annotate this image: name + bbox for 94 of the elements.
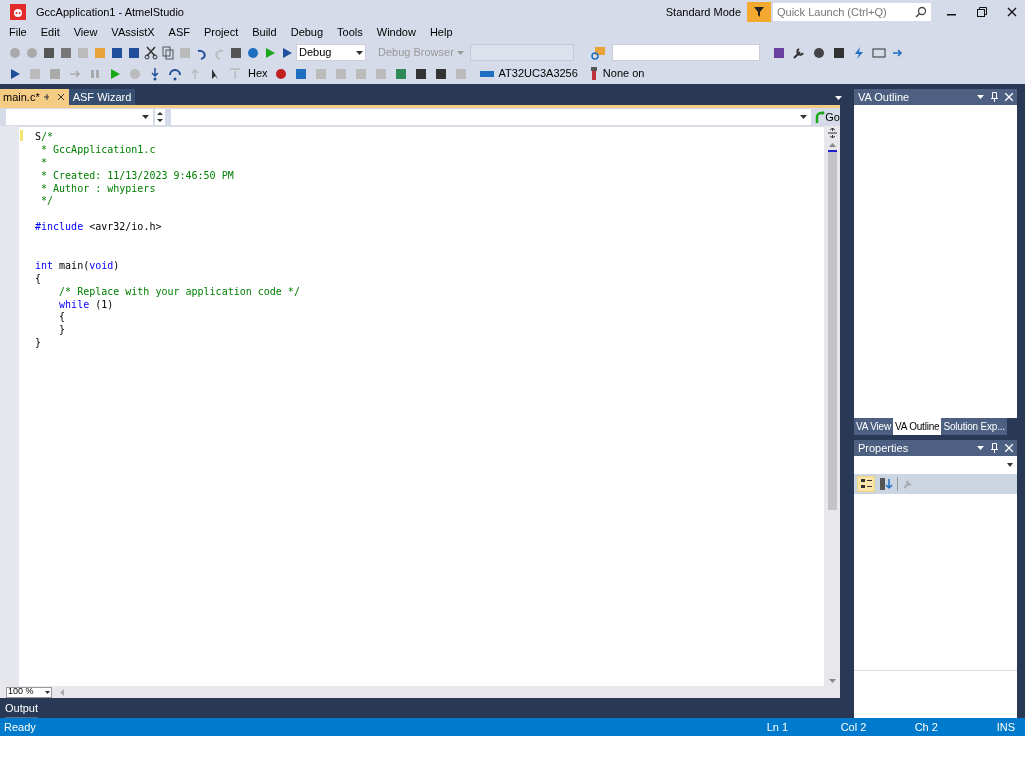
step-icon[interactable] xyxy=(280,45,294,60)
scroll-left-icon[interactable] xyxy=(60,688,64,696)
tool-label[interactable]: None on xyxy=(602,65,645,82)
code-line: while (1) xyxy=(58,298,114,312)
scroll-arrows-icon[interactable] xyxy=(154,109,165,125)
close-icon[interactable] xyxy=(1007,7,1017,17)
app-logo-icon xyxy=(10,4,26,20)
pin-icon[interactable] xyxy=(991,92,998,102)
search-icon xyxy=(915,6,927,18)
sort-icon[interactable] xyxy=(879,477,893,491)
status-text: Ready xyxy=(4,719,37,735)
scroll-up-icon[interactable] xyxy=(828,143,836,147)
scrollbar-thumb[interactable] xyxy=(827,150,837,510)
device-programming-icon[interactable] xyxy=(831,45,846,60)
menu-item[interactable]: Tools xyxy=(330,24,370,41)
mode-label: Standard Mode xyxy=(665,4,741,20)
window-icon[interactable] xyxy=(293,66,308,81)
line-indicator: Ln 1 xyxy=(766,719,790,735)
find-icon[interactable] xyxy=(589,44,606,61)
configuration-dropdown[interactable]: Debug xyxy=(296,44,366,61)
change-marker xyxy=(20,130,23,141)
column-indicator: Col 2 xyxy=(840,719,868,735)
quick-launch-field[interactable]: Quick Launch (Ctrl+Q) xyxy=(773,3,931,21)
caret-icon xyxy=(456,50,464,55)
dropdown-icon[interactable] xyxy=(835,96,842,100)
code-line: * Created: 11/13/2023 9:46:50 PM xyxy=(40,169,234,183)
filter-button[interactable] xyxy=(747,2,771,22)
menu-item[interactable]: Help xyxy=(422,24,460,41)
continue-icon[interactable] xyxy=(108,66,122,81)
panel-tab[interactable]: VA View xyxy=(854,418,893,435)
code-line: { xyxy=(58,311,66,325)
code-line: #include <avr32/io.h> xyxy=(35,221,162,235)
zoom-icon[interactable] xyxy=(246,45,260,60)
zoom-dropdown[interactable]: 100 % xyxy=(6,686,52,698)
menu-item[interactable]: File xyxy=(2,24,34,41)
panel-tab[interactable]: Solution Exp... xyxy=(941,418,1007,435)
panel-title: VA Outline xyxy=(858,89,911,105)
panel-title: Properties xyxy=(858,440,910,456)
restore-icon[interactable] xyxy=(977,7,987,17)
insert-mode-indicator: INS xyxy=(996,719,1015,735)
cut-icon[interactable] xyxy=(144,45,158,60)
caret-icon xyxy=(1007,463,1013,467)
hex-button[interactable]: Hex xyxy=(248,65,268,82)
scroll-down-icon[interactable] xyxy=(828,679,836,683)
window-title: GccApplication1 - AtmelStudio xyxy=(36,4,184,20)
step-over-icon[interactable] xyxy=(168,66,182,81)
breakpoint-clear-icon[interactable] xyxy=(273,66,288,81)
image-icon[interactable] xyxy=(393,66,408,81)
caret-icon xyxy=(141,115,149,119)
code-line: S/* xyxy=(35,131,54,144)
dropdown-icon[interactable] xyxy=(977,95,984,99)
code-line: } xyxy=(35,337,42,351)
code-line: * xyxy=(40,156,48,170)
gauge-icon[interactable] xyxy=(811,45,826,60)
code-line: } xyxy=(58,324,66,338)
caret-icon xyxy=(800,115,808,119)
categorized-icon[interactable] xyxy=(857,476,875,492)
step-icon[interactable] xyxy=(8,66,22,81)
dropdown-icon[interactable] xyxy=(977,446,984,450)
save-all-icon[interactable] xyxy=(127,45,141,60)
menu-item[interactable]: Edit xyxy=(33,24,67,41)
filter-icon xyxy=(753,6,765,18)
terminal-icon[interactable] xyxy=(871,45,886,60)
pin-icon[interactable] xyxy=(991,443,998,453)
menu-item[interactable]: Debug xyxy=(283,24,331,41)
menu-item[interactable]: VAssistX xyxy=(104,24,162,41)
wrench-icon[interactable] xyxy=(791,45,806,60)
menu-item[interactable]: ASF xyxy=(161,24,197,41)
code-line: * Author : whypiers xyxy=(40,182,156,196)
step-into-icon[interactable] xyxy=(148,66,162,81)
start-icon[interactable] xyxy=(263,45,277,60)
curved-arrow-icon xyxy=(815,111,826,123)
document-tab[interactable]: main.c* xyxy=(0,89,69,105)
device-label[interactable]: AT32UC3A3256 xyxy=(498,65,578,82)
menu-item[interactable]: View xyxy=(66,24,105,41)
panel-tab[interactable]: VA Outline xyxy=(892,418,942,435)
code-line: */ xyxy=(40,195,54,209)
solution-icon[interactable] xyxy=(771,45,786,60)
document-tab[interactable]: ASF Wizard xyxy=(68,89,136,105)
menu-item[interactable]: Project xyxy=(196,24,246,41)
go-button[interactable]: Go xyxy=(815,108,840,126)
save-icon[interactable] xyxy=(110,45,124,60)
char-indicator: Ch 2 xyxy=(914,719,939,735)
tool-icon xyxy=(589,66,598,81)
find-field[interactable] xyxy=(611,44,760,61)
code-line: int main(void) xyxy=(35,259,120,273)
caret-icon xyxy=(356,50,363,55)
caret-icon xyxy=(45,690,50,694)
code-line: { xyxy=(35,272,42,286)
menu-item[interactable]: Build xyxy=(245,24,284,41)
split-icon[interactable] xyxy=(827,128,837,138)
code-line: * GccApplication1.c xyxy=(40,143,156,157)
menu-item[interactable]: Window xyxy=(369,24,423,41)
code-line: /* Replace with your application code */ xyxy=(58,285,300,299)
